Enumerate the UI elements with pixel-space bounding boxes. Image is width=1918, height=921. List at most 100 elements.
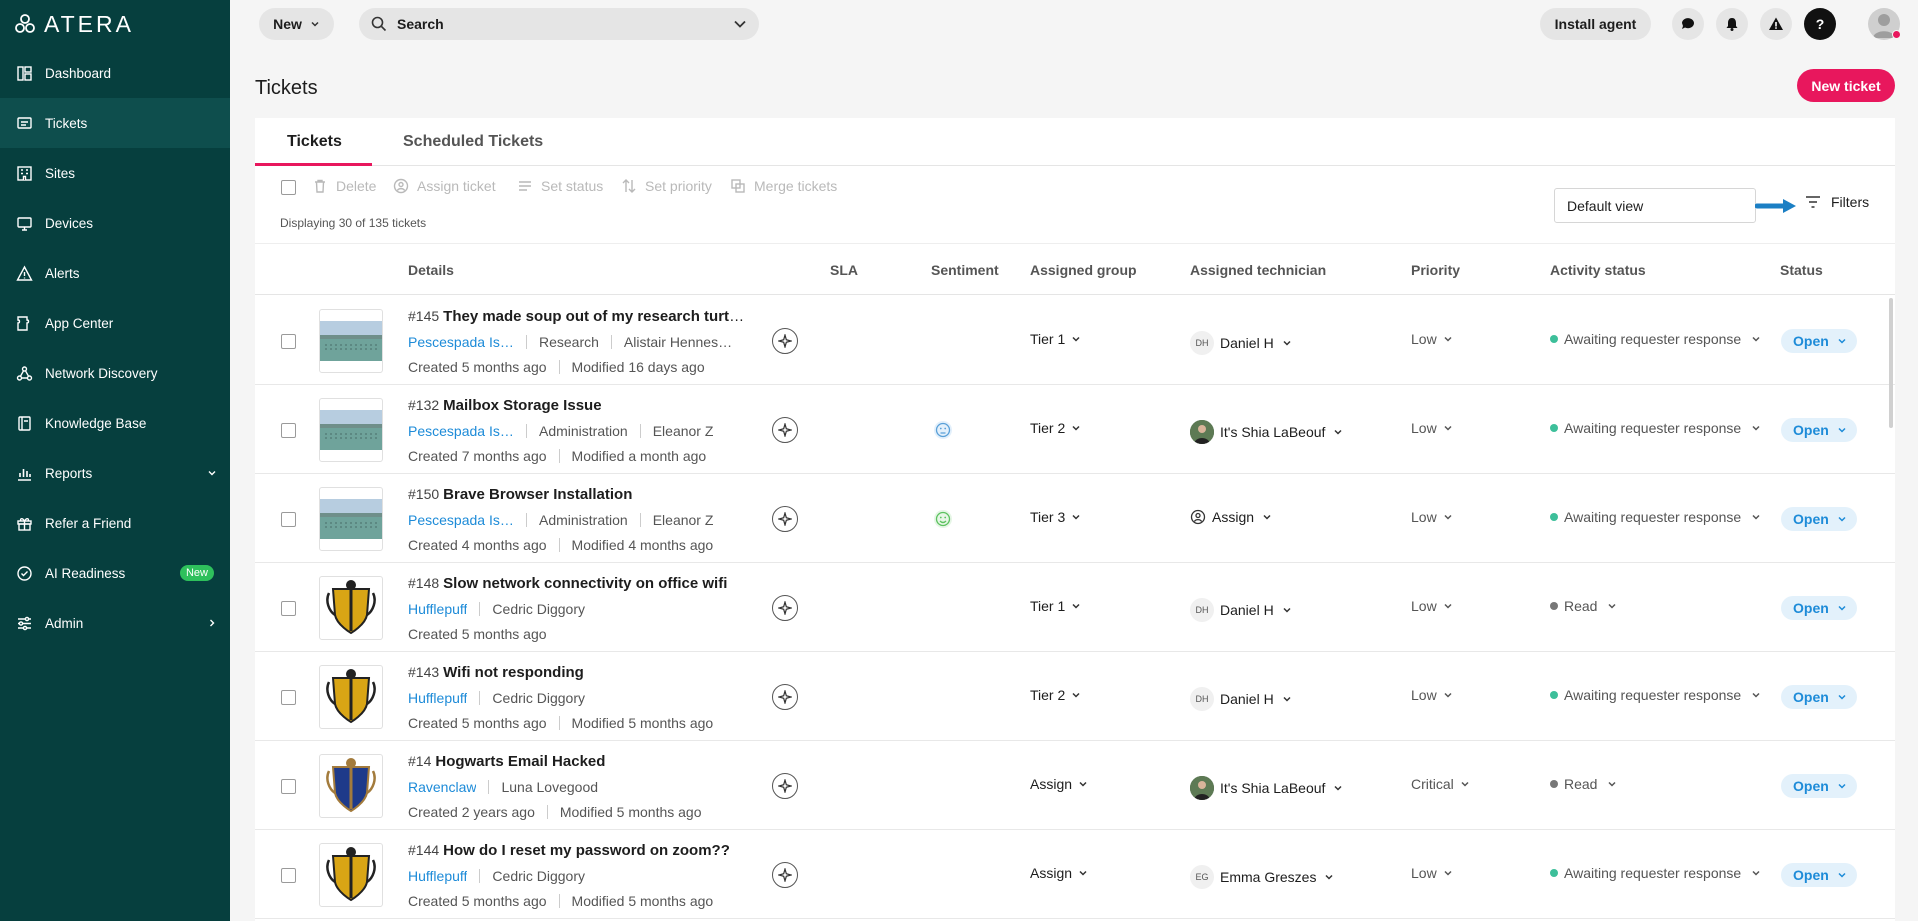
- ai-summary-button[interactable]: [772, 506, 798, 532]
- new-button[interactable]: New: [259, 8, 334, 40]
- help-button[interactable]: ?: [1804, 8, 1836, 40]
- ticket-title[interactable]: #144 How do I reset my password on zoom??: [408, 842, 730, 859]
- priority-dropdown[interactable]: Critical: [1411, 776, 1470, 792]
- ai-summary-button[interactable]: [772, 328, 798, 354]
- install-agent-button[interactable]: Install agent: [1540, 8, 1651, 40]
- tab-tickets[interactable]: Tickets: [287, 118, 342, 166]
- ticket-site-link[interactable]: Pescespada Isl…: [408, 423, 514, 439]
- table-row[interactable]: #145 They made soup out of my research tu…: [255, 296, 1895, 385]
- table-row[interactable]: #144 How do I reset my password on zoom??…: [255, 830, 1895, 919]
- set-priority-button[interactable]: Set priority: [621, 178, 712, 194]
- sidebar-item-devices[interactable]: Devices: [0, 198, 230, 248]
- ai-summary-button[interactable]: [772, 862, 798, 888]
- col-assigned-group[interactable]: Assigned group: [1030, 262, 1137, 278]
- assigned-group-dropdown[interactable]: Tier 2: [1030, 687, 1081, 703]
- table-row[interactable]: #148 Slow network connectivity on office …: [255, 563, 1895, 652]
- assign-ticket-button[interactable]: Assign ticket: [393, 178, 496, 194]
- ticket-site-link[interactable]: Hufflepuff: [408, 868, 467, 884]
- row-checkbox[interactable]: [281, 423, 296, 438]
- assigned-group-dropdown[interactable]: Tier 2: [1030, 420, 1081, 436]
- col-details[interactable]: Details: [408, 262, 454, 278]
- ticket-title[interactable]: #150 Brave Browser Installation: [408, 486, 632, 503]
- tab-scheduled-tickets[interactable]: Scheduled Tickets: [403, 118, 543, 166]
- col-assigned-technician[interactable]: Assigned technician: [1190, 262, 1326, 278]
- ticket-title[interactable]: #145 They made soup out of my research tu…: [408, 308, 748, 325]
- col-priority[interactable]: Priority: [1411, 262, 1460, 278]
- priority-dropdown[interactable]: Low: [1411, 865, 1453, 881]
- ai-summary-button[interactable]: [772, 684, 798, 710]
- ticket-site-link[interactable]: Hufflepuff: [408, 690, 467, 706]
- ticket-title[interactable]: #148 Slow network connectivity on office …: [408, 575, 727, 592]
- row-checkbox[interactable]: [281, 779, 296, 794]
- chevron-down-icon[interactable]: [733, 17, 747, 31]
- activity-status-dropdown[interactable]: Read: [1550, 776, 1617, 792]
- ticket-site-link[interactable]: Pescespada Isl…: [408, 334, 514, 350]
- activity-status-dropdown[interactable]: Awaiting requester response: [1550, 865, 1761, 881]
- table-row[interactable]: #150 Brave Browser Installation Pescespad…: [255, 474, 1895, 563]
- logo[interactable]: ATERA: [14, 11, 134, 37]
- search-input[interactable]: [397, 16, 723, 32]
- sidebar-item-admin[interactable]: Admin: [0, 598, 230, 648]
- sidebar-item-network-discovery[interactable]: Network Discovery: [0, 348, 230, 398]
- priority-dropdown[interactable]: Low: [1411, 509, 1453, 525]
- view-select[interactable]: Default view: [1554, 188, 1756, 223]
- sidebar-item-reports[interactable]: Reports: [0, 448, 230, 498]
- activity-status-dropdown[interactable]: Awaiting requester response: [1550, 509, 1761, 525]
- status-dropdown[interactable]: Open: [1781, 418, 1857, 442]
- assigned-technician-dropdown[interactable]: DH Daniel H: [1190, 687, 1292, 711]
- new-ticket-button[interactable]: New ticket: [1797, 69, 1895, 102]
- assigned-group-dropdown[interactable]: Tier 3: [1030, 509, 1081, 525]
- filters-button[interactable]: Filters: [1805, 194, 1869, 210]
- table-row[interactable]: #14 Hogwarts Email Hacked Ravenclaw Luna L…: [255, 741, 1895, 830]
- scrollbar[interactable]: [1889, 298, 1893, 428]
- assigned-technician-dropdown[interactable]: It's Shia LaBeouf: [1190, 776, 1343, 800]
- ticket-title[interactable]: #132 Mailbox Storage Issue: [408, 397, 602, 414]
- ticket-site-link[interactable]: Pescespada Isl…: [408, 512, 514, 528]
- priority-dropdown[interactable]: Low: [1411, 687, 1453, 703]
- assigned-technician-dropdown[interactable]: EG Emma Greszes: [1190, 865, 1334, 889]
- ai-summary-button[interactable]: [772, 773, 798, 799]
- chat-button[interactable]: [1672, 8, 1704, 40]
- assigned-group-dropdown[interactable]: Assign: [1030, 776, 1088, 792]
- status-dropdown[interactable]: Open: [1781, 685, 1857, 709]
- assigned-group-dropdown[interactable]: Tier 1: [1030, 598, 1081, 614]
- sidebar-item-tickets[interactable]: Tickets: [0, 98, 230, 148]
- priority-dropdown[interactable]: Low: [1411, 420, 1453, 436]
- col-status[interactable]: Status: [1780, 262, 1823, 278]
- delete-button[interactable]: Delete: [312, 178, 376, 194]
- priority-dropdown[interactable]: Low: [1411, 598, 1453, 614]
- assigned-group-dropdown[interactable]: Tier 1: [1030, 331, 1081, 347]
- row-checkbox[interactable]: [281, 690, 296, 705]
- sidebar-item-ai-readiness[interactable]: AI Readiness New: [0, 548, 230, 598]
- alerts-button[interactable]: [1760, 8, 1792, 40]
- sidebar-item-app-center[interactable]: App Center: [0, 298, 230, 348]
- ai-summary-button[interactable]: [772, 417, 798, 443]
- ticket-title[interactable]: #14 Hogwarts Email Hacked: [408, 753, 605, 770]
- status-dropdown[interactable]: Open: [1781, 596, 1857, 620]
- assigned-technician-dropdown[interactable]: Assign: [1190, 509, 1272, 525]
- col-activity-status[interactable]: Activity status: [1550, 262, 1646, 278]
- set-status-button[interactable]: Set status: [517, 178, 603, 194]
- activity-status-dropdown[interactable]: Awaiting requester response: [1550, 331, 1761, 347]
- assigned-technician-dropdown[interactable]: It's Shia LaBeouf: [1190, 420, 1343, 444]
- select-all-checkbox[interactable]: [281, 180, 296, 195]
- sidebar-item-refer-a-friend[interactable]: Refer a Friend: [0, 498, 230, 548]
- ticket-title[interactable]: #143 Wifi not responding: [408, 664, 584, 681]
- activity-status-dropdown[interactable]: Awaiting requester response: [1550, 687, 1761, 703]
- row-checkbox[interactable]: [281, 512, 296, 527]
- merge-tickets-button[interactable]: Merge tickets: [730, 178, 837, 194]
- search-bar[interactable]: [359, 8, 759, 40]
- col-sla[interactable]: SLA: [830, 262, 858, 278]
- notifications-button[interactable]: [1716, 8, 1748, 40]
- status-dropdown[interactable]: Open: [1781, 329, 1857, 353]
- sidebar-item-knowledge-base[interactable]: Knowledge Base: [0, 398, 230, 448]
- assigned-technician-dropdown[interactable]: DH Daniel H: [1190, 598, 1292, 622]
- sidebar-item-sites[interactable]: Sites: [0, 148, 230, 198]
- status-dropdown[interactable]: Open: [1781, 863, 1857, 887]
- activity-status-dropdown[interactable]: Awaiting requester response: [1550, 420, 1761, 436]
- priority-dropdown[interactable]: Low: [1411, 331, 1453, 347]
- activity-status-dropdown[interactable]: Read: [1550, 598, 1617, 614]
- ai-summary-button[interactable]: [772, 595, 798, 621]
- sidebar-item-dashboard[interactable]: Dashboard: [0, 48, 230, 98]
- ticket-site-link[interactable]: Hufflepuff: [408, 601, 467, 617]
